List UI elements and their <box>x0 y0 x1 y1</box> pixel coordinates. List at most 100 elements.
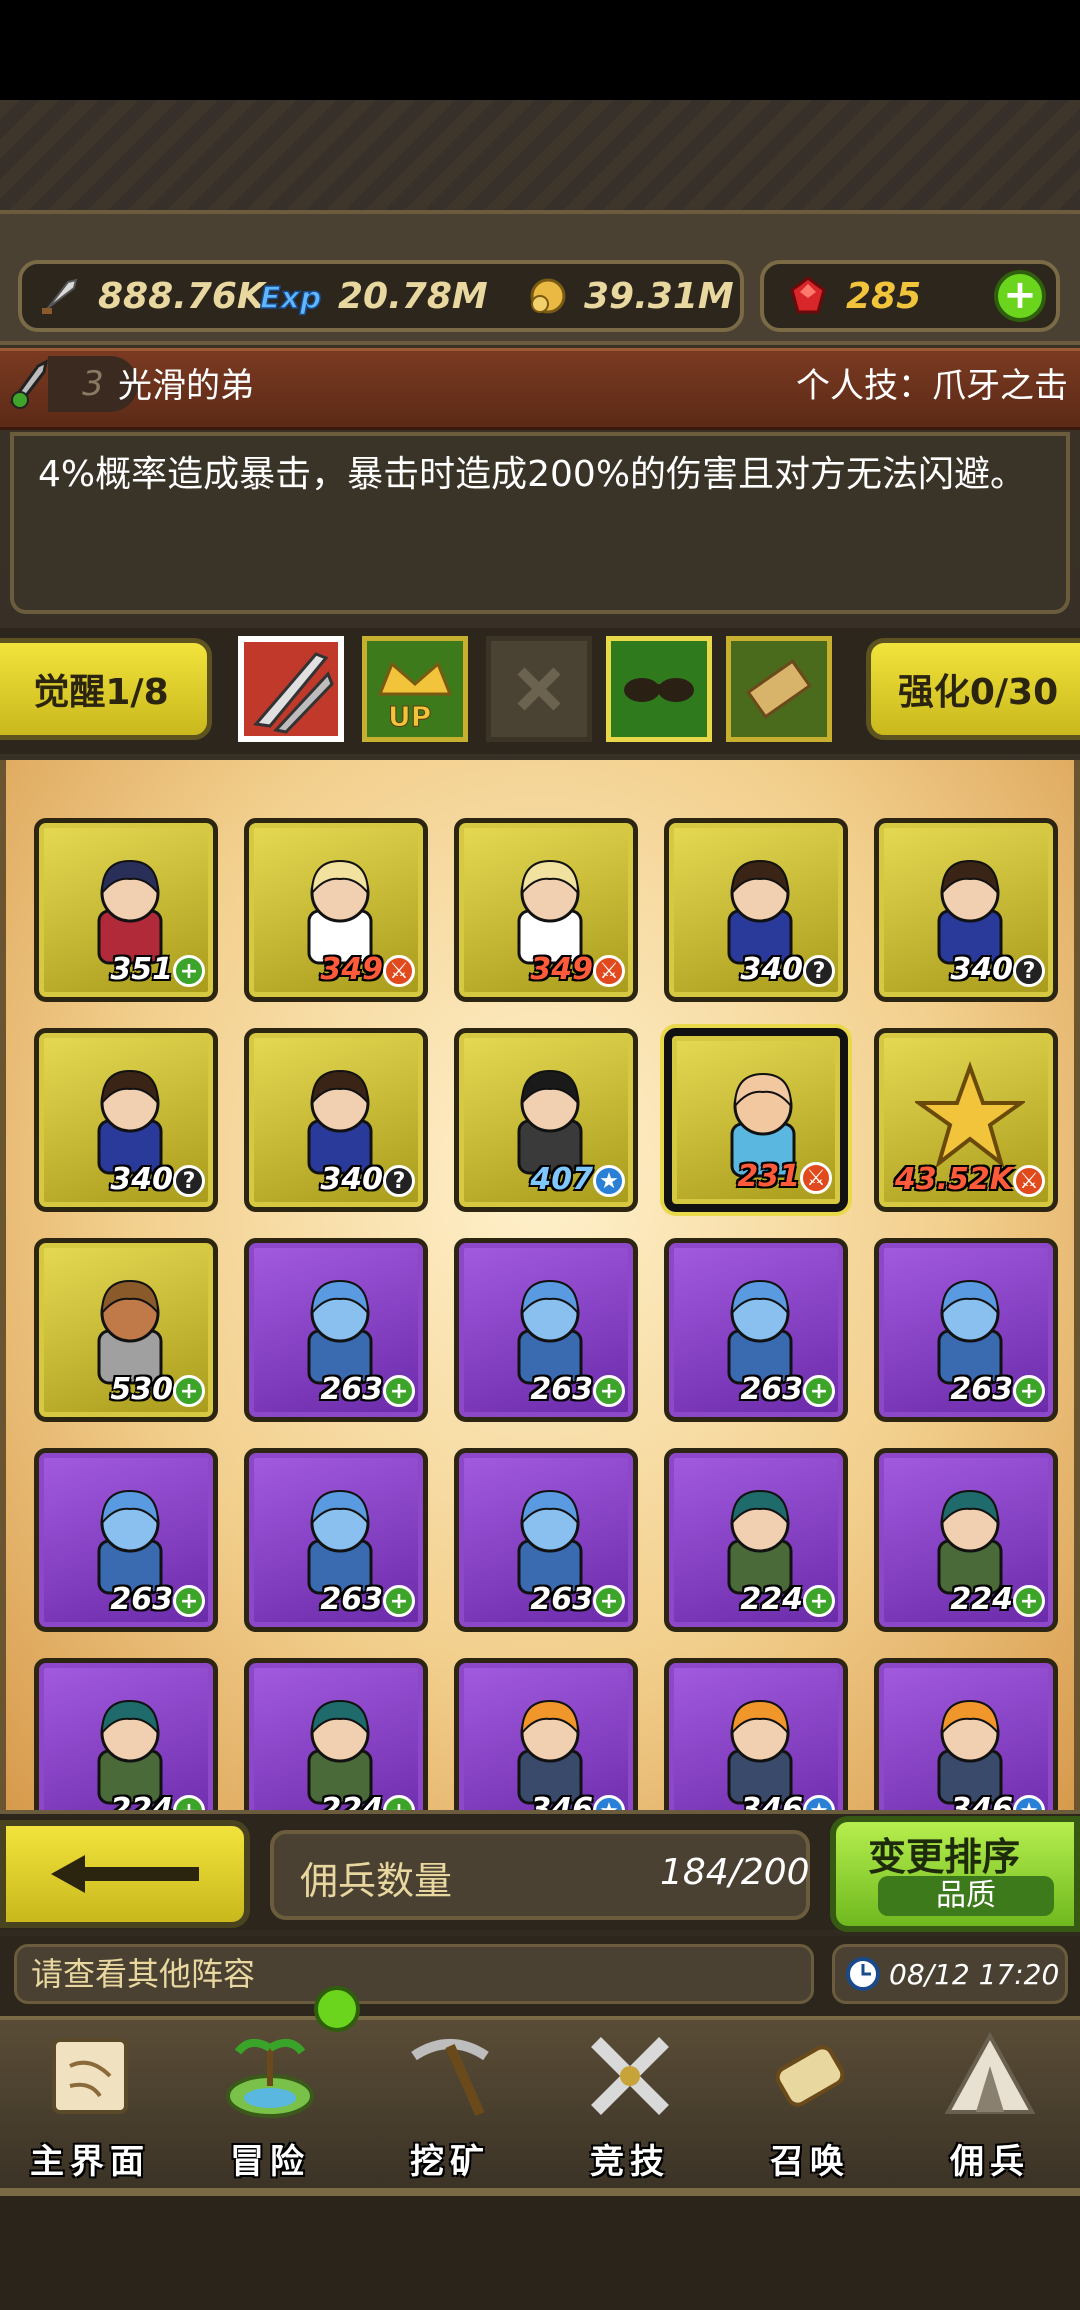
hero-sprite <box>307 1279 373 1385</box>
nav-arena[interactable]: 竞技 <box>540 2016 720 2196</box>
svg-text:UP: UP <box>388 700 431 733</box>
hero-card[interactable]: 263 + <box>34 1448 218 1632</box>
map-decor <box>0 100 1080 210</box>
hero-sprite <box>97 1069 163 1175</box>
hero-sprite <box>727 1279 793 1385</box>
hero-sprite <box>97 859 163 965</box>
hero-sprite <box>517 859 583 965</box>
hero-card[interactable]: 231 ⚔ <box>664 1028 848 1212</box>
accessory-slot[interactable] <box>606 636 712 742</box>
nav-mercenary[interactable]: 佣兵 <box>900 2016 1080 2196</box>
sword-badge-icon: ⚔ <box>1013 1165 1045 1197</box>
hero-sprite <box>937 859 1003 965</box>
plus-badge-icon: + <box>803 1375 835 1407</box>
coin-icon <box>522 272 570 320</box>
close-icon <box>517 667 561 711</box>
star-badge-icon: ★ <box>593 1165 625 1197</box>
nav-main[interactable]: 主界面 <box>0 2016 180 2196</box>
hero-card[interactable]: 263 + <box>454 1238 638 1422</box>
nav-mining[interactable]: 挖矿 <box>360 2016 540 2196</box>
hero-card[interactable]: 349 ⚔ <box>454 818 638 1002</box>
hero-level: 349 <box>320 952 383 987</box>
hero-sprite <box>937 1279 1003 1385</box>
hero-sprite <box>937 1489 1003 1595</box>
hero-level: 43.52K <box>894 1162 1013 1197</box>
hero-level: 263 <box>530 1582 593 1617</box>
awaken-button[interactable]: 觉醒1/8 <box>0 638 212 740</box>
hero-card[interactable]: 224+ <box>34 1658 218 1810</box>
exp-icon: Exp <box>254 272 324 320</box>
gem-resource: 285 <box>784 268 921 324</box>
hero-sprite <box>307 1489 373 1595</box>
add-gems-button[interactable]: + <box>994 270 1046 322</box>
hero-level: 224 <box>320 1792 383 1810</box>
mercenary-count-value: 184/200 <box>660 1852 810 1893</box>
q-badge-icon: ? <box>1013 955 1045 987</box>
clock-icon <box>846 1957 880 1991</box>
empty-slot[interactable] <box>486 636 592 742</box>
hero-card[interactable]: 43.52K ⚔ <box>874 1028 1058 1212</box>
hero-card[interactable]: 263 + <box>664 1238 848 1422</box>
svg-text:Exp: Exp <box>260 281 321 316</box>
plus-badge-icon: + <box>383 1375 415 1407</box>
hero-level: 224 <box>110 1792 173 1810</box>
clock: 08/12 17:20 <box>832 1944 1068 2004</box>
hero-sprite <box>517 1489 583 1595</box>
hero-sprite <box>517 1279 583 1385</box>
hero-level: 530 <box>110 1372 173 1407</box>
plus-badge-icon: + <box>1013 1375 1045 1407</box>
hero-card[interactable]: 224+ <box>874 1448 1058 1632</box>
hero-card[interactable]: 349 ⚔ <box>244 818 428 1002</box>
hero-sprite <box>727 1489 793 1595</box>
hero-card[interactable]: 407 ★ <box>454 1028 638 1212</box>
attack-resource: 888.76K <box>36 268 265 324</box>
nav-summon[interactable]: 召唤 <box>720 2016 900 2196</box>
notice-text[interactable]: 请查看其他阵容 <box>14 1944 814 2004</box>
blade-icon <box>253 652 334 734</box>
hero-name: 光滑的弟 <box>118 366 254 406</box>
hero-level: 340 <box>320 1162 383 1197</box>
hero-card[interactable]: 351 + <box>34 818 218 1002</box>
summon-scroll-icon <box>775 2045 845 2107</box>
upgrade-slot[interactable]: UP <box>362 636 468 742</box>
hero-card[interactable]: 340? <box>664 818 848 1002</box>
hero-card[interactable]: 263 + <box>874 1238 1058 1422</box>
hero-card[interactable]: 346★ <box>664 1658 848 1810</box>
hero-card[interactable]: 340? <box>34 1028 218 1212</box>
hero-card[interactable]: 346★ <box>874 1658 1058 1810</box>
weapon-slot[interactable] <box>238 636 344 742</box>
hero-card[interactable]: 340? <box>874 818 1058 1002</box>
hero-level: 263 <box>320 1372 383 1407</box>
plus-badge-icon: + <box>803 1585 835 1617</box>
hero-level: 263 <box>950 1372 1013 1407</box>
hero-level: 351 <box>110 952 173 987</box>
hero-card[interactable]: 224+ <box>664 1448 848 1632</box>
hero-card[interactable]: 346★ <box>454 1658 638 1810</box>
back-arrow-icon <box>51 1855 199 1893</box>
hero-sprite <box>97 1279 163 1385</box>
hero-card[interactable]: 530 + <box>34 1238 218 1422</box>
hero-card[interactable]: 263 + <box>454 1448 638 1632</box>
hero-level: 224 <box>740 1582 803 1617</box>
hero-level: 346 <box>740 1792 803 1810</box>
hero-level: 263 <box>110 1582 173 1617</box>
plus-badge-icon: + <box>173 955 205 987</box>
mercenary-count-label: 佣兵数量 <box>300 1859 453 1903</box>
hero-sprite <box>517 1699 583 1805</box>
hero-card[interactable]: 224+ <box>244 1658 428 1810</box>
hero-card[interactable]: 263 + <box>244 1238 428 1422</box>
map-decor-bottom <box>0 2196 1080 2310</box>
hero-card[interactable]: 340? <box>244 1028 428 1212</box>
enhance-button[interactable]: 强化0/30 <box>866 638 1080 740</box>
hero-sprite <box>727 859 793 965</box>
plus-badge-icon: + <box>593 1375 625 1407</box>
scroll-slot[interactable] <box>726 636 832 742</box>
sword-badge-icon: ⚔ <box>800 1162 832 1194</box>
hero-card[interactable]: 263 + <box>244 1448 428 1632</box>
nav-adventure[interactable]: 冒险 <box>180 2016 360 2196</box>
back-button[interactable] <box>0 1820 250 1928</box>
gold-resource: 39.31M <box>522 268 734 324</box>
hero-level: 263 <box>740 1372 803 1407</box>
hero-level: 231 <box>737 1159 800 1194</box>
q-badge-icon: ? <box>803 955 835 987</box>
